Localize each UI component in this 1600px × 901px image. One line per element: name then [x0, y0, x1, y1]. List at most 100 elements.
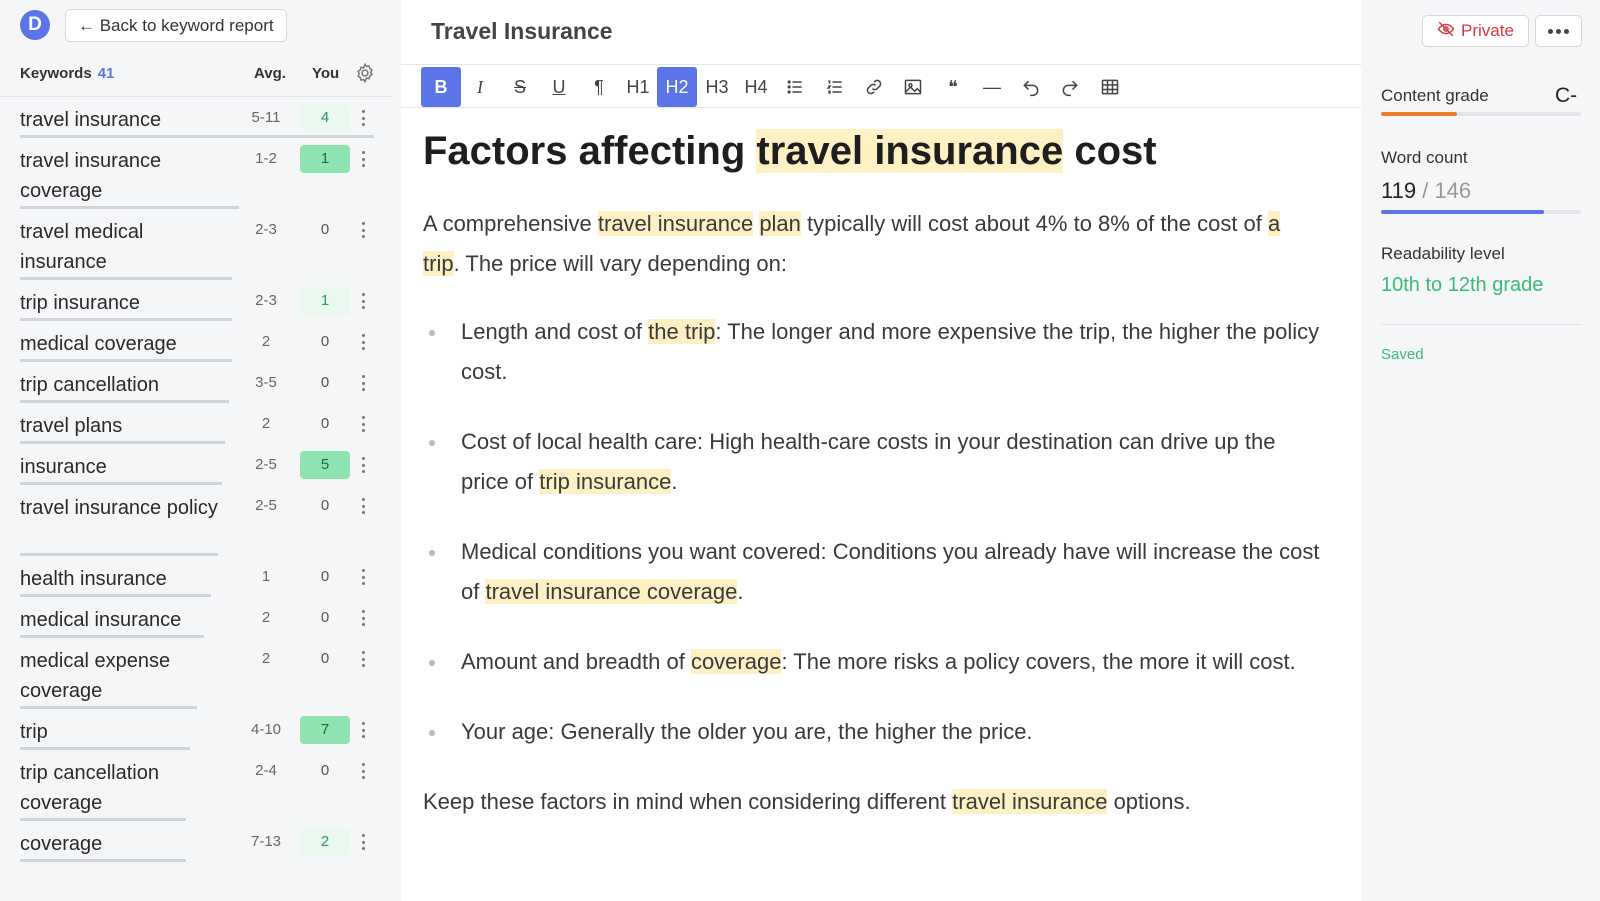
keyword-coverage-bar [20, 859, 186, 862]
keyword-avg: 1 [261, 568, 271, 585]
keyword-highlight: plan [759, 211, 801, 236]
keyword-row[interactable]: travel insurance 5-11 4 [0, 97, 392, 138]
back-to-report-button[interactable]: ← Back to keyword report [65, 9, 287, 42]
keyword-highlight: trip insurance [539, 469, 672, 494]
keyword-name: health insurance [20, 568, 167, 590]
keyword-you: 0 [320, 609, 330, 626]
h1-button[interactable]: H1 [618, 67, 658, 107]
keyword-row[interactable]: travel medical insurance 2-3 0 [0, 209, 392, 280]
italic-button[interactable]: I [460, 67, 500, 107]
h3-button[interactable]: H3 [697, 67, 737, 107]
keyword-menu-icon[interactable] [356, 148, 370, 170]
keyword-row[interactable]: trip cancellation 3-5 0 [0, 362, 392, 403]
keyword-menu-icon[interactable] [356, 413, 370, 435]
app-logo[interactable]: D [20, 10, 50, 40]
word-count: 119 / 146 [1381, 178, 1471, 204]
keyword-name: medical expense coverage [20, 650, 171, 702]
keyword-menu-icon[interactable] [356, 831, 370, 853]
keyword-you: 0 [320, 415, 330, 432]
keyword-menu-icon[interactable] [356, 719, 370, 741]
closing-paragraph[interactable]: Keep these factors in mind when consider… [423, 782, 1323, 822]
table-button[interactable] [1090, 67, 1130, 107]
keyword-menu-icon[interactable] [356, 331, 370, 353]
keyword-row[interactable]: trip cancellation coverage 2-4 0 [0, 750, 392, 821]
keyword-name: travel medical insurance [20, 221, 144, 273]
content-grade-value: C- [1555, 84, 1578, 107]
keyword-row[interactable]: coverage 7-13 2 [0, 821, 392, 862]
keyword-you: 0 [320, 650, 330, 667]
hr-button[interactable]: — [972, 67, 1012, 107]
intro-paragraph[interactable]: A comprehensive travel insurance plan ty… [423, 204, 1323, 284]
paragraph-button[interactable]: ¶ [579, 67, 619, 107]
keyword-avg: 3-5 [255, 374, 277, 391]
redo-icon [1060, 77, 1080, 97]
keyword-row[interactable]: medical insurance 2 0 [0, 597, 392, 638]
keyword-menu-icon[interactable] [356, 290, 370, 312]
link-button[interactable] [854, 67, 894, 107]
strike-icon: S [513, 76, 526, 97]
undo-button[interactable] [1011, 67, 1051, 107]
keyword-row[interactable]: trip 4-10 7 [0, 709, 392, 750]
word-count-label: Word count [1381, 148, 1468, 167]
keyword-row[interactable]: insurance 2-5 5 [0, 444, 392, 485]
panel-divider [1381, 324, 1581, 325]
gear-icon[interactable] [354, 62, 376, 84]
factor-list-item[interactable]: Amount and breadth of coverage: The more… [423, 642, 1323, 682]
keyword-you: 0 [320, 374, 330, 391]
keyword-menu-icon[interactable] [356, 760, 370, 782]
keywords-title: Keywords 41 [20, 65, 114, 82]
keyword-row[interactable]: travel insurance policy 2-5 0 [0, 485, 392, 556]
text-run: typically will cost about 4% to 8% of th… [800, 211, 1269, 236]
keyword-row[interactable]: trip insurance 2-3 1 [0, 280, 392, 321]
keyword-you: 4 [300, 104, 350, 132]
keyword-avg: 5-11 [251, 109, 281, 126]
keyword-menu-icon[interactable] [356, 372, 370, 394]
strike-button[interactable]: S [500, 67, 540, 107]
keyword-you: 0 [320, 762, 330, 779]
keyword-you: 0 [320, 221, 330, 238]
redo-button[interactable] [1050, 67, 1090, 107]
h3-icon: H3 [705, 76, 729, 97]
document-title[interactable]: Travel Insurance [431, 18, 613, 45]
keyword-menu-icon[interactable] [356, 495, 370, 517]
content-grade-bar [1381, 112, 1581, 116]
keyword-menu-icon[interactable] [356, 219, 370, 241]
private-toggle-button[interactable]: Private [1422, 15, 1529, 47]
keyword-menu-icon[interactable] [356, 107, 370, 129]
bold-button[interactable]: B [421, 67, 461, 107]
you-column-header: You [312, 65, 340, 82]
more-icon [1548, 28, 1569, 34]
more-options-button[interactable] [1535, 15, 1582, 47]
factors-list: Length and cost of the trip: The longer … [423, 312, 1323, 752]
keyword-avg: 7-13 [250, 833, 282, 850]
factor-list-item[interactable]: Cost of local health care: High health-c… [423, 422, 1323, 502]
document-body[interactable]: Factors affecting travel insurance cost … [423, 120, 1323, 822]
content-heading[interactable]: Factors affecting travel insurance cost [423, 120, 1323, 182]
bullet-list-icon [785, 77, 805, 97]
keyword-menu-icon[interactable] [356, 607, 370, 629]
keyword-you: 0 [320, 497, 330, 514]
keyword-menu-icon[interactable] [356, 648, 370, 670]
underline-button[interactable]: U [539, 67, 579, 107]
h4-button[interactable]: H4 [736, 67, 776, 107]
word-count-bar [1381, 210, 1581, 214]
image-button[interactable] [893, 67, 933, 107]
factor-list-item[interactable]: Your age: Generally the older you are, t… [423, 712, 1323, 752]
h4-icon: H4 [744, 76, 768, 97]
avg-column-header: Avg. [254, 65, 286, 82]
factor-list-item[interactable]: Medical conditions you want covered: Con… [423, 532, 1323, 612]
keyword-row[interactable]: travel plans 2 0 [0, 403, 392, 444]
ordered-list-button[interactable] [815, 67, 855, 107]
keyword-row[interactable]: medical expense coverage 2 0 [0, 638, 392, 709]
keyword-row[interactable]: health insurance 1 0 [0, 556, 392, 597]
text-run: A comprehensive [423, 211, 598, 236]
keyword-menu-icon[interactable] [356, 454, 370, 476]
quote-button[interactable]: ❝ [933, 67, 973, 107]
keyword-row[interactable]: medical coverage 2 0 [0, 321, 392, 362]
keyword-highlight: the trip [648, 319, 716, 344]
keyword-row[interactable]: travel insurance coverage 1-2 1 [0, 138, 392, 209]
h2-button[interactable]: H2 [657, 67, 697, 107]
factor-list-item[interactable]: Length and cost of the trip: The longer … [423, 312, 1323, 392]
bullet-list-button[interactable] [775, 67, 815, 107]
keyword-menu-icon[interactable] [356, 566, 370, 588]
